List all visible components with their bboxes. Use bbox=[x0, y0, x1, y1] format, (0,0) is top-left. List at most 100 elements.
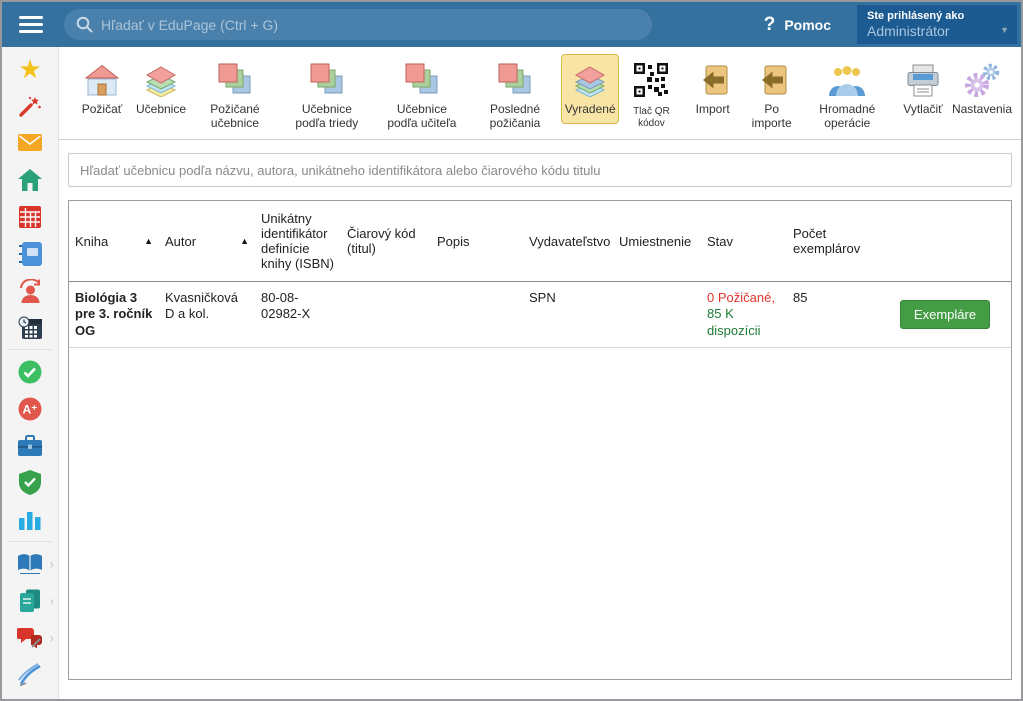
column-header-isbn[interactable]: Unikátny identifikátor definície knihy (… bbox=[255, 201, 341, 282]
cell-kniha: Biológia 3 pre 3. ročník OG bbox=[69, 282, 159, 348]
toolbar-item-label: Učebnice bbox=[136, 103, 186, 117]
table-header-row: Kniha▲ Autor▲ Unikátny identifikátor def… bbox=[69, 201, 1011, 282]
toolbar-item-ucebnice[interactable]: Učebnice bbox=[132, 54, 190, 124]
sidebar-item-timetable[interactable] bbox=[2, 198, 58, 235]
sidebar-item-statistics[interactable] bbox=[2, 501, 58, 538]
logged-in-user-dropdown[interactable]: Ste prihlásený ako Administrátor ▼ bbox=[857, 5, 1017, 44]
books-table: Kniha▲ Autor▲ Unikátny identifikátor def… bbox=[69, 201, 1011, 348]
cell-autor: Kvasničková D a kol. bbox=[159, 282, 255, 348]
global-search-input[interactable] bbox=[101, 17, 640, 33]
people-group-icon bbox=[828, 60, 866, 100]
sidebar-item-favorites[interactable]: ★ bbox=[2, 50, 58, 87]
timetable-grid-icon bbox=[19, 206, 41, 228]
sidebar-item-communication[interactable]: › bbox=[2, 619, 58, 656]
column-header-popis[interactable]: Popis bbox=[431, 201, 523, 282]
sidebar-item-agenda[interactable] bbox=[2, 427, 58, 464]
toolbar-item-pozicane-ucebnice[interactable]: Požičané učebnice bbox=[191, 54, 279, 138]
documents-icon bbox=[18, 589, 42, 613]
book-filter-input[interactable] bbox=[68, 153, 1012, 187]
sidebar-item-messages[interactable] bbox=[2, 124, 58, 161]
edupage-window: ? Pomoc Ste prihlásený ako Administrátor… bbox=[0, 0, 1023, 701]
bar-chart-icon bbox=[19, 510, 41, 530]
chevron-right-icon: › bbox=[50, 556, 54, 571]
gears-icon bbox=[963, 60, 1001, 100]
sidebar-item-calendar[interactable] bbox=[2, 309, 58, 346]
user-role-name: Administrátor bbox=[867, 23, 1007, 40]
calendar-clock-icon bbox=[18, 316, 43, 340]
house-icon bbox=[84, 60, 120, 100]
sidebar-item-documents[interactable]: › bbox=[2, 582, 58, 619]
sidebar-item-classbook[interactable] bbox=[2, 235, 58, 272]
sidebar-item-attendance[interactable] bbox=[2, 353, 58, 390]
toolbar-item-po-importe[interactable]: Po importe bbox=[743, 54, 801, 138]
cell-actions: Exempláre bbox=[879, 282, 1011, 348]
toolbar-item-label: Požičané učebnice bbox=[198, 103, 272, 131]
sort-asc-icon: ▲ bbox=[144, 236, 153, 246]
cell-vydavatelstvo: SPN bbox=[523, 282, 613, 348]
top-bar: ? Pomoc Ste prihlásený ako Administrátor… bbox=[2, 2, 1021, 47]
home-icon bbox=[18, 169, 42, 191]
toolbar-item-nastavenia[interactable]: Nastavenia bbox=[953, 54, 1011, 124]
column-header-vydavatelstvo[interactable]: Vydavateľstvo bbox=[523, 201, 613, 282]
toolbar-item-label: Tlač QR kódov bbox=[627, 106, 676, 129]
layer-stack-icon bbox=[571, 60, 609, 100]
content-area: Požičať Učebnice Požičané učebnice bbox=[59, 47, 1021, 699]
cell-umiestnenie bbox=[613, 282, 701, 348]
toolbar-item-vytlacit[interactable]: Vytlačiť bbox=[894, 54, 952, 124]
cell-popis bbox=[431, 282, 523, 348]
toolbar-item-tlac-qr-kodov[interactable]: Tlač QR kódov bbox=[620, 54, 683, 136]
global-search[interactable] bbox=[64, 9, 652, 40]
chat-edit-icon bbox=[17, 627, 43, 649]
toolbar-item-label: Hromadné operácie bbox=[809, 103, 886, 131]
hamburger-menu-icon[interactable] bbox=[2, 16, 60, 33]
sidebar-item-home[interactable] bbox=[2, 161, 58, 198]
column-header-pocet-exemplarov[interactable]: Počet exemplárov bbox=[787, 201, 879, 282]
toolbar-item-hromadne-operacie[interactable]: Hromadné operácie bbox=[802, 54, 893, 138]
column-header-ciarovy-kod[interactable]: Čiarový kód (titul) bbox=[341, 201, 431, 282]
substitution-person-icon bbox=[18, 279, 43, 303]
toolbar-item-ucebnice-podla-triedy[interactable]: Učebnice podľa triedy bbox=[280, 54, 374, 138]
svg-text:A⁺: A⁺ bbox=[23, 402, 38, 416]
check-circle-icon bbox=[18, 360, 42, 384]
stav-k-dispozicii: 85 K dispozícii bbox=[707, 306, 781, 339]
sidebar-item-substitution[interactable] bbox=[2, 272, 58, 309]
exemplare-button[interactable]: Exempláre bbox=[900, 300, 990, 329]
cell-isbn: 80-08-02982-X bbox=[255, 282, 341, 348]
column-header-kniha[interactable]: Kniha▲ bbox=[69, 201, 159, 282]
toolbar-item-label: Požičať bbox=[82, 103, 123, 117]
toolbar-item-pozicat[interactable]: Požičať bbox=[73, 54, 131, 124]
briefcase-icon bbox=[18, 435, 42, 457]
toolbar-item-label: Import bbox=[696, 103, 730, 117]
column-header-stav[interactable]: Stav bbox=[701, 201, 787, 282]
toolbar-item-label: Učebnice podľa učiteľa bbox=[382, 103, 462, 131]
toolbar-item-posledne-pozicania[interactable]: Posledné požičania bbox=[470, 54, 560, 138]
toolbar-item-label: Učebnice podľa triedy bbox=[287, 103, 367, 131]
signature-pen-icon bbox=[17, 663, 43, 687]
cell-pocet-exemplarov: 85 bbox=[787, 282, 879, 348]
toolbar-item-label: Nastavenia bbox=[952, 103, 1012, 117]
column-header-autor[interactable]: Autor▲ bbox=[159, 201, 255, 282]
toolbar-item-ucebnice-podla-ucitela[interactable]: Učebnice podľa učiteľa bbox=[375, 54, 469, 138]
stacked-squares-icon bbox=[308, 60, 346, 100]
library-toolbar: Požičať Učebnice Požičané učebnice bbox=[59, 47, 1021, 140]
envelope-icon bbox=[18, 134, 42, 151]
column-header-actions bbox=[879, 201, 1011, 282]
column-header-umiestnenie[interactable]: Umiestnenie bbox=[613, 201, 701, 282]
sidebar-item-library[interactable]: › bbox=[2, 545, 58, 582]
toolbar-item-import[interactable]: Import bbox=[684, 54, 742, 124]
stacked-squares-icon bbox=[403, 60, 441, 100]
toolbar-item-label: Po importe bbox=[750, 103, 794, 131]
cell-stav: 0 Požičané, 85 K dispozícii bbox=[701, 282, 787, 348]
toolbar-item-label: Posledné požičania bbox=[477, 103, 553, 131]
sidebar-item-wizard[interactable] bbox=[2, 87, 58, 124]
help-button[interactable]: ? Pomoc bbox=[764, 14, 831, 36]
sidebar-item-security[interactable] bbox=[2, 464, 58, 501]
chevron-right-icon: › bbox=[50, 593, 54, 608]
sidebar-item-signature[interactable] bbox=[2, 656, 58, 693]
printer-icon bbox=[905, 60, 941, 100]
book-filter bbox=[68, 153, 1012, 187]
sidebar-item-grades[interactable]: A⁺ bbox=[2, 390, 58, 427]
cell-ciarovy-kod bbox=[341, 282, 431, 348]
toolbar-item-vyradene[interactable]: Vyradené bbox=[561, 54, 619, 124]
toolbar-item-label: Vytlačiť bbox=[903, 103, 942, 117]
